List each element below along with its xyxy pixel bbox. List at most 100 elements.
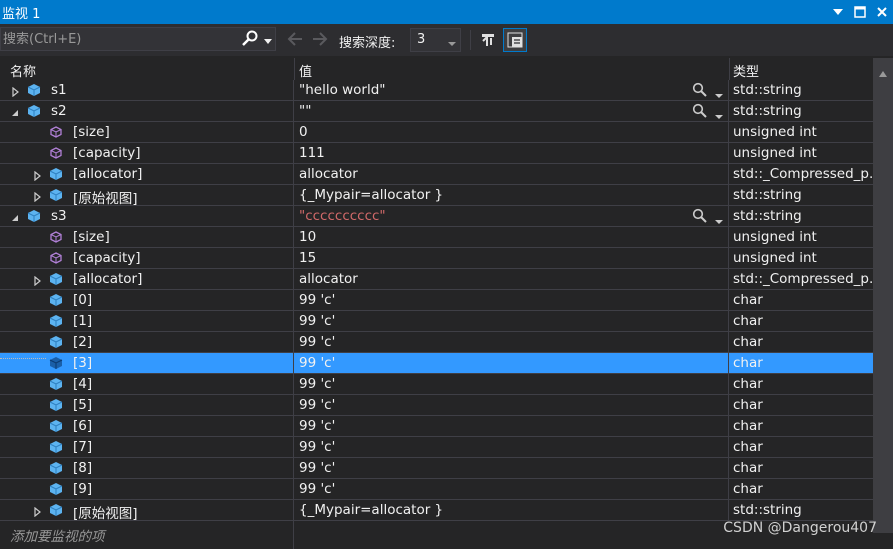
row-value-cell[interactable]: "cccccccccc" <box>295 206 729 226</box>
watch-row[interactable]: s1 "hello world" std::string <box>0 80 873 101</box>
visualizer-dropdown-icon[interactable] <box>715 87 723 98</box>
watch-row[interactable]: [原始视图] {_Mypair=allocator } std::string <box>0 500 873 521</box>
row-value-cell[interactable]: allocator <box>295 164 729 184</box>
row-value-cell[interactable]: 15 <box>295 248 729 268</box>
visualizer-dropdown-icon[interactable] <box>715 213 723 224</box>
watch-row[interactable]: [7] 99 'c' char <box>0 437 873 458</box>
visualizer-magnifier-icon[interactable] <box>692 82 708 98</box>
row-value-cell[interactable]: 99 'c' <box>295 353 729 373</box>
row-name-cell[interactable]: [9] <box>0 479 294 499</box>
row-name-cell[interactable]: s3 <box>0 206 294 226</box>
row-value-cell[interactable]: 99 'c' <box>295 395 729 415</box>
search-options-dropdown-icon[interactable] <box>263 35 273 45</box>
row-name-cell[interactable]: [原始视图] <box>0 500 294 520</box>
watch-row[interactable]: [6] 99 'c' char <box>0 416 873 437</box>
watch-row[interactable]: [5] 99 'c' char <box>0 395 873 416</box>
search-depth-select[interactable]: 3 <box>410 28 461 52</box>
watch-row[interactable]: [4] 99 'c' char <box>0 374 873 395</box>
window-title: 监视 1 <box>2 7 41 22</box>
row-name-cell[interactable]: [size] <box>0 227 294 247</box>
watch-row[interactable]: [8] 99 'c' char <box>0 458 873 479</box>
row-value-cell[interactable]: "hello world" <box>295 80 729 100</box>
collapse-arrow-icon[interactable] <box>10 211 20 221</box>
row-value-cell[interactable]: 99 'c' <box>295 290 729 310</box>
row-value-cell[interactable]: 99 'c' <box>295 479 729 499</box>
row-value-cell[interactable]: {_Mypair=allocator } <box>295 185 729 205</box>
vertical-scrollbar[interactable] <box>873 58 893 533</box>
row-value-cell[interactable]: 99 'c' <box>295 332 729 352</box>
row-name-cell[interactable]: [capacity] <box>0 143 294 163</box>
row-value-cell[interactable]: 99 'c' <box>295 374 729 394</box>
watch-row[interactable]: [size] 0 unsigned int <box>0 122 873 143</box>
watch-row[interactable]: [2] 99 'c' char <box>0 332 873 353</box>
search-previous-arrow-icon[interactable] <box>285 29 305 49</box>
row-value-cell[interactable]: 99 'c' <box>295 416 729 436</box>
row-name-cell[interactable]: [1] <box>0 311 294 331</box>
expand-arrow-icon[interactable] <box>32 505 42 518</box>
row-name-cell[interactable]: [2] <box>0 332 294 352</box>
collapse-arrow-icon[interactable] <box>10 106 20 116</box>
watch-row[interactable]: [1] 99 'c' char <box>0 311 873 332</box>
row-value: {_Mypair=allocator } <box>299 187 444 203</box>
expand-arrow-icon[interactable] <box>32 274 42 287</box>
row-name-cell[interactable]: [3] <box>0 353 294 373</box>
row-name-cell[interactable]: s1 <box>0 80 294 100</box>
search-input[interactable] <box>1 28 233 50</box>
row-value-cell[interactable]: 111 <box>295 143 729 163</box>
watch-row[interactable]: [size] 10 unsigned int <box>0 227 873 248</box>
watch-row[interactable]: [3] 99 'c' char <box>0 353 873 374</box>
expand-arrow-icon[interactable] <box>32 169 42 182</box>
maximize-icon[interactable] <box>849 0 871 24</box>
row-name-cell[interactable]: [原始视图] <box>0 185 294 205</box>
watch-row[interactable]: [capacity] 15 unsigned int <box>0 248 873 269</box>
expand-arrow-icon[interactable] <box>32 190 42 203</box>
watch-row[interactable]: [原始视图] {_Mypair=allocator } std::string <box>0 185 873 206</box>
row-name-cell[interactable]: [8] <box>0 458 294 478</box>
window-menu-dropdown-icon[interactable] <box>827 0 849 24</box>
row-type-cell: std::_Compressed_p... <box>730 164 873 184</box>
expand-arrow-icon[interactable] <box>10 85 20 98</box>
row-name-cell[interactable]: [size] <box>0 122 294 142</box>
drag-indicator-line <box>0 358 46 359</box>
watch-row[interactable]: [9] 99 'c' char <box>0 479 873 500</box>
column-header-name[interactable]: 名称 <box>0 58 295 80</box>
watch-row[interactable]: s3 "cccccccccc" std::string <box>0 206 873 227</box>
search-icon[interactable] <box>241 30 259 48</box>
visualizer-magnifier-icon[interactable] <box>692 208 708 224</box>
row-name-cell[interactable]: [6] <box>0 416 294 436</box>
watch-row[interactable]: s2 "" std::string <box>0 101 873 122</box>
column-header-type[interactable]: 类型 <box>730 58 873 80</box>
row-value-cell[interactable]: "" <box>295 101 729 121</box>
visualizer-magnifier-icon[interactable] <box>692 103 708 119</box>
column-header-value[interactable]: 值 <box>295 58 730 80</box>
visualizer-dropdown-icon[interactable] <box>715 108 723 119</box>
close-icon[interactable] <box>871 0 893 24</box>
scroll-up-arrow-icon[interactable] <box>879 66 887 81</box>
row-name-cell[interactable]: [allocator] <box>0 164 294 184</box>
row-name-cell[interactable]: [7] <box>0 437 294 457</box>
row-value-cell[interactable]: 99 'c' <box>295 458 729 478</box>
row-type-cell: unsigned int <box>730 122 873 142</box>
row-name-cell[interactable]: [5] <box>0 395 294 415</box>
row-value-cell[interactable]: 10 <box>295 227 729 247</box>
row-name-cell[interactable]: [4] <box>0 374 294 394</box>
row-name-cell[interactable]: [capacity] <box>0 248 294 268</box>
row-value-cell[interactable]: 99 'c' <box>295 311 729 331</box>
row-name: [原始视图] <box>73 506 138 520</box>
watch-row[interactable]: [capacity] 111 unsigned int <box>0 143 873 164</box>
row-name-cell[interactable]: [0] <box>0 290 294 310</box>
row-value-cell[interactable]: 0 <box>295 122 729 142</box>
search-next-arrow-icon[interactable] <box>310 29 330 49</box>
hex-display-toggle-icon[interactable] <box>503 28 527 52</box>
row-value: 99 'c' <box>299 439 336 455</box>
add-watch-name-cell[interactable]: 添加要监视的项 <box>0 521 294 549</box>
row-name-cell[interactable]: [allocator] <box>0 269 294 289</box>
watch-row[interactable]: [allocator] allocator std::_Compressed_p..… <box>0 164 873 185</box>
row-value-cell[interactable]: allocator <box>295 269 729 289</box>
row-name-cell[interactable]: s2 <box>0 101 294 121</box>
row-value-cell[interactable]: {_Mypair=allocator } <box>295 500 729 520</box>
watch-row[interactable]: [0] 99 'c' char <box>0 290 873 311</box>
row-value-cell[interactable]: 99 'c' <box>295 437 729 457</box>
filter-pin-icon[interactable] <box>476 28 500 52</box>
watch-row[interactable]: [allocator] allocator std::_Compressed_p..… <box>0 269 873 290</box>
